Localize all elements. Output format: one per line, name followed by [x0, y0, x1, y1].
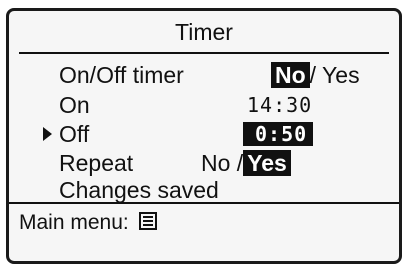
- on-time-label: On: [59, 92, 90, 118]
- repeat-option-yes[interactable]: Yes: [243, 150, 291, 176]
- on-time-value[interactable]: 14:30: [247, 91, 312, 119]
- onoff-separator: /: [309, 62, 317, 88]
- off-time-label: Off: [59, 121, 90, 147]
- off-time-value-text[interactable]: 0:50: [243, 122, 314, 146]
- onoff-option-yes[interactable]: Yes: [322, 62, 360, 88]
- status-message: Changes saved: [59, 177, 219, 203]
- onoff-option-no[interactable]: No: [271, 62, 310, 88]
- cursor-arrow-icon: [43, 127, 52, 141]
- menu-list-icon[interactable]: [138, 212, 157, 231]
- timer-screen: Timer On/Off timer No / Yes On 14:30 Off …: [6, 8, 402, 264]
- onoff-timer-label: On/Off timer: [59, 62, 184, 88]
- title-divider: [19, 52, 389, 54]
- repeat-label: Repeat: [59, 150, 134, 176]
- repeat-value[interactable]: No / Yes: [201, 149, 291, 177]
- repeat-option-no[interactable]: No: [201, 150, 230, 176]
- footer-divider: [9, 202, 399, 204]
- onoff-timer-value[interactable]: No / Yes: [271, 61, 360, 89]
- screen-title: Timer: [175, 19, 233, 45]
- off-time-value[interactable]: 0:50: [243, 120, 314, 148]
- footer: Main menu:: [19, 209, 157, 237]
- main-menu-label: Main menu:: [19, 211, 129, 234]
